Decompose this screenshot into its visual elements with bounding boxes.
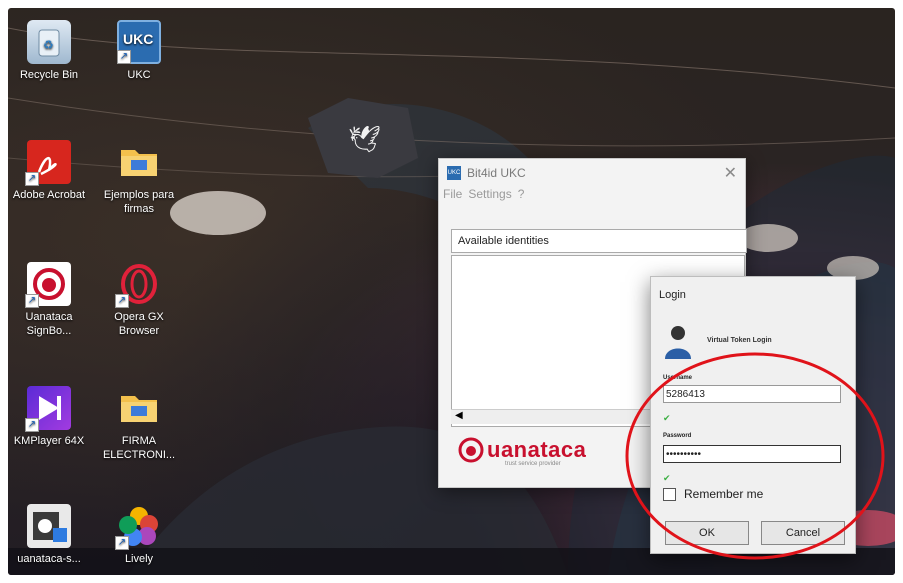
opera-gx-icon: ↗ bbox=[115, 262, 161, 308]
remember-me-checkbox[interactable] bbox=[663, 487, 676, 501]
uanataca-setup-icon bbox=[27, 504, 71, 548]
shortcut-arrow-icon: ↗ bbox=[25, 172, 39, 186]
menu-bar: File Settings ? bbox=[439, 187, 745, 205]
desktop-icon-ukc[interactable]: UKC ↗ UKC bbox=[100, 20, 178, 82]
desktop-icon-opera-gx[interactable]: ↗ Opera GX Browser bbox=[100, 262, 178, 338]
remember-me[interactable]: Remember me bbox=[663, 487, 763, 501]
username-check-icon: ✔ bbox=[663, 413, 671, 423]
uanataca-signbox-icon: ↗ bbox=[25, 262, 71, 308]
ukc-app-icon: UKC bbox=[447, 166, 461, 180]
icon-label: UKC bbox=[127, 69, 151, 81]
ok-button[interactable]: OK bbox=[665, 521, 749, 545]
password-field[interactable]: •••••••••• bbox=[663, 445, 841, 463]
password-check-icon: ✔ bbox=[663, 473, 671, 483]
icon-label: FIRMA ELECTRONI... bbox=[102, 435, 176, 461]
username-label: Username bbox=[663, 375, 693, 381]
icon-label: Recycle Bin bbox=[19, 69, 79, 81]
shortcut-arrow-icon: ↗ bbox=[25, 294, 39, 308]
ukc-badge-text: UKC bbox=[123, 31, 154, 47]
icon-label: Ejemplos para firmas bbox=[103, 189, 175, 215]
kmplayer-icon: ↗ bbox=[25, 386, 71, 432]
folder-icon bbox=[117, 140, 161, 184]
close-icon[interactable]: ✕ bbox=[724, 163, 737, 183]
desktop: 🕊 ♻ Recycle Bin ↗ Adobe Acrobat ↗ Uanata… bbox=[8, 8, 895, 575]
desktop-icon-lively[interactable]: ↗ Lively bbox=[100, 504, 178, 566]
desktop-icon-uanataca-signbox[interactable]: ↗ Uanataca SignBo... bbox=[10, 262, 88, 338]
menu-help[interactable]: ? bbox=[518, 187, 525, 205]
icon-label: Lively bbox=[124, 553, 154, 565]
folder-icon bbox=[117, 386, 161, 430]
icon-label: KMPlayer 64X bbox=[13, 435, 85, 447]
icon-label: uanataca-s... bbox=[17, 553, 81, 565]
dialog-subtitle: Virtual Token Login bbox=[707, 337, 772, 344]
shortcut-arrow-icon: ↗ bbox=[115, 536, 129, 550]
login-dialog[interactable]: Login Virtual Token Login Username 52864… bbox=[650, 276, 856, 554]
shortcut-arrow-icon: ↗ bbox=[25, 418, 39, 432]
uanataca-logo: uanataca trust service provider bbox=[457, 435, 587, 467]
user-icon bbox=[665, 326, 691, 359]
window-titlebar[interactable]: UKC Bit4id UKC ✕ bbox=[439, 159, 745, 187]
icon-label: Opera GX Browser bbox=[114, 311, 164, 337]
shortcut-arrow-icon: ↗ bbox=[117, 50, 131, 64]
menu-file[interactable]: File bbox=[443, 187, 462, 205]
ukc-icon: UKC ↗ bbox=[117, 20, 161, 64]
password-label: Password bbox=[663, 433, 692, 439]
username-field[interactable]: 5286413 bbox=[663, 385, 841, 403]
svg-text:♻: ♻ bbox=[43, 38, 54, 52]
desktop-icon-kmplayer[interactable]: ↗ KMPlayer 64X bbox=[10, 386, 88, 448]
brand-tagline: trust service provider bbox=[505, 461, 561, 467]
svg-text:🕊: 🕊 bbox=[348, 125, 381, 155]
desktop-icon-adobe-acrobat[interactable]: ↗ Adobe Acrobat bbox=[10, 140, 88, 202]
shortcut-arrow-icon: ↗ bbox=[115, 294, 129, 308]
icon-label: Adobe Acrobat bbox=[12, 189, 86, 201]
recycle-bin-icon: ♻ bbox=[27, 20, 71, 64]
desktop-icon-recycle-bin[interactable]: ♻ Recycle Bin bbox=[10, 20, 88, 82]
icon-label: Uanataca SignBo... bbox=[25, 311, 73, 337]
remember-me-label: Remember me bbox=[684, 487, 764, 501]
cancel-button[interactable]: Cancel bbox=[761, 521, 845, 545]
desktop-icon-firma-electronica[interactable]: FIRMA ELECTRONI... bbox=[100, 386, 178, 462]
brand-name: uanataca bbox=[487, 437, 587, 462]
window-title: Bit4id UKC bbox=[467, 166, 526, 180]
desktop-icon-ejemplos[interactable]: Ejemplos para firmas bbox=[100, 140, 178, 216]
adobe-acrobat-icon: ↗ bbox=[25, 140, 71, 186]
desktop-icon-uanataca-setup[interactable]: uanataca-s... bbox=[10, 504, 88, 566]
menu-settings[interactable]: Settings bbox=[468, 187, 511, 205]
available-identities-header: Available identities bbox=[451, 229, 747, 253]
scroll-left-icon[interactable]: ◀ bbox=[455, 410, 463, 421]
uanataca-logo-icon bbox=[458, 437, 484, 463]
dialog-title: Login bbox=[659, 289, 686, 301]
lively-icon: ↗ bbox=[115, 504, 161, 550]
